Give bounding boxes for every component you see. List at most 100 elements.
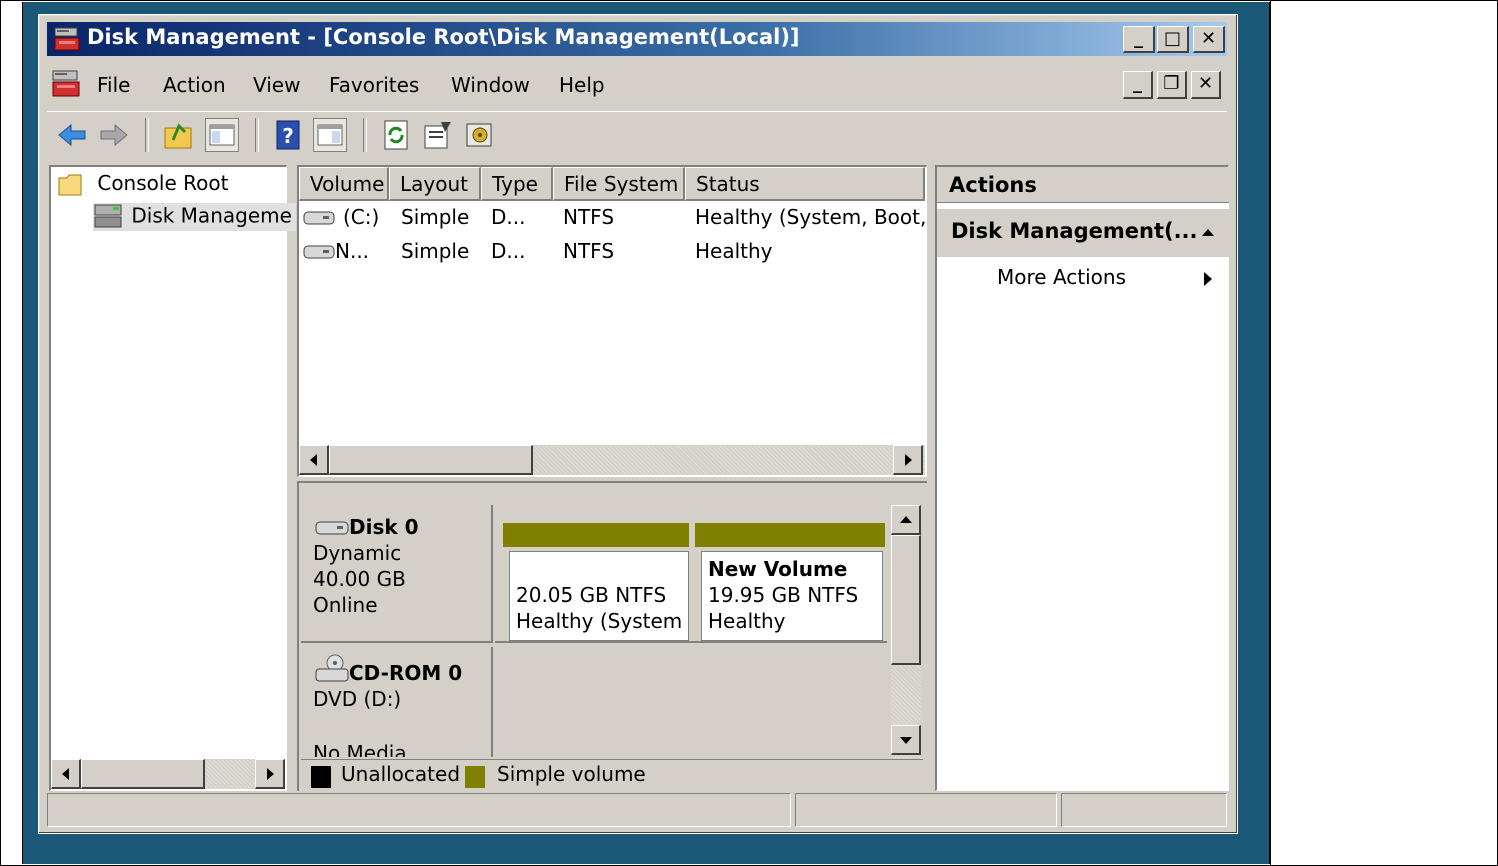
menu-favorites[interactable]: Favorites	[329, 73, 419, 97]
tree-label-console-root: Console Root	[97, 171, 229, 195]
scroll-right-button[interactable]	[255, 759, 285, 789]
cell-type: D...	[491, 239, 526, 263]
disk-management-app-icon	[53, 26, 81, 52]
legend: Unallocated Simple volume	[301, 759, 923, 790]
forward-icon[interactable]	[97, 118, 131, 152]
maximize-button[interactable]: □	[1157, 26, 1189, 53]
arrow-left-icon	[310, 454, 317, 466]
disk-wizard-icon[interactable]	[463, 118, 497, 152]
up-folder-icon[interactable]	[161, 118, 195, 152]
refresh-icon[interactable]	[379, 118, 413, 152]
partition-status: Healthy	[708, 609, 786, 633]
tree-label-disk-management: Disk Manageme	[131, 203, 292, 228]
disk-0-type: Dynamic	[313, 541, 402, 565]
partition-size: 19.95 GB NTFS	[708, 583, 859, 607]
volume-icon	[303, 211, 335, 225]
tree-node-disk-management[interactable]: Disk Manageme	[93, 203, 296, 231]
column-header-type[interactable]: Type	[481, 167, 553, 201]
partition-name	[516, 556, 682, 582]
toolbar-separator	[255, 118, 259, 152]
menu-window[interactable]: Window	[451, 73, 530, 97]
toolbar-separator	[145, 118, 149, 152]
menu-bar: File Action View Favorites Window Help _…	[47, 63, 1227, 107]
close-button[interactable]: ✕	[1193, 26, 1225, 53]
toolbar: ?	[47, 111, 1227, 158]
column-header-volume[interactable]: Volume	[299, 167, 389, 201]
menu-help[interactable]: Help	[559, 73, 605, 97]
show-hide-tree-icon[interactable]	[205, 118, 239, 152]
action-more-actions[interactable]: More Actions	[937, 263, 1229, 299]
back-icon[interactable]	[55, 118, 89, 152]
scroll-down-button[interactable]	[891, 725, 921, 755]
disk-icon	[315, 521, 349, 535]
child-close-button[interactable]: ✕	[1191, 71, 1221, 99]
cdrom-0-media: No Media	[313, 741, 407, 757]
cell-type: D...	[491, 205, 526, 229]
help-icon[interactable]: ?	[271, 118, 305, 152]
child-minimize-button[interactable]: _	[1123, 71, 1153, 99]
actions-section-label: Disk Management(...	[951, 219, 1198, 243]
console-tree: Console Root Disk Manageme	[49, 165, 296, 791]
minimize-button[interactable]: _	[1123, 26, 1155, 53]
cell-file-system: NTFS	[563, 239, 615, 263]
scroll-left-button[interactable]	[51, 759, 81, 789]
disk-management-icon	[94, 204, 122, 228]
status-segment	[795, 793, 1057, 827]
partition-c[interactable]: 20.05 GB NTFS Healthy (System,	[509, 551, 689, 641]
arrow-right-icon	[905, 454, 912, 466]
arrow-down-icon	[900, 737, 912, 744]
cdrom-0-info[interactable]: CD-ROM 0 DVD (D:) No Media	[301, 647, 493, 757]
divider	[1270, 0, 1271, 866]
tree-node-console-root[interactable]: Console Root	[57, 171, 228, 198]
title-bar[interactable]: Disk Management - [Console Root\Disk Man…	[47, 22, 1227, 56]
collapse-up-icon	[1202, 229, 1214, 236]
scroll-thumb[interactable]	[81, 759, 205, 789]
console-menu-icon[interactable]	[51, 69, 81, 99]
disk-0-size: 40.00 GB	[313, 567, 406, 591]
volume-icon	[303, 245, 335, 259]
legend-swatch-simple	[465, 766, 485, 788]
cell-volume: N...	[335, 239, 370, 263]
status-segment	[47, 793, 791, 827]
column-header-layout[interactable]: Layout	[389, 167, 481, 201]
cell-status: Healthy	[695, 239, 773, 263]
disk-graphical-view: Disk 0 Dynamic 40.00 GB Online 20.05 GB …	[297, 481, 927, 791]
disk-0-name: Disk 0	[349, 515, 419, 539]
menu-action[interactable]: Action	[163, 73, 226, 97]
arrow-right-icon	[267, 768, 274, 780]
scroll-up-button[interactable]	[891, 505, 921, 535]
partition-header-bar	[695, 523, 885, 547]
cell-volume: (C:)	[343, 205, 380, 229]
actions-pane: Actions Disk Management(... More Actions	[935, 165, 1229, 791]
disk-0-state: Online	[313, 593, 378, 617]
svg-text:?: ?	[282, 124, 294, 148]
arrow-up-icon	[900, 516, 912, 523]
partition-header-bar	[503, 523, 689, 547]
submenu-arrow-icon	[1204, 272, 1212, 286]
mmc-window: Disk Management - [Console Root\Disk Man…	[38, 14, 1238, 834]
actions-header: Actions	[937, 167, 1229, 203]
partition-status: Healthy (System,	[516, 609, 682, 633]
status-segment	[1061, 793, 1227, 827]
partition-size: 20.05 GB NTFS	[516, 583, 667, 607]
status-bar	[47, 793, 1229, 827]
menu-view[interactable]: View	[253, 73, 300, 97]
scroll-thumb[interactable]	[329, 445, 533, 475]
menu-file[interactable]: File	[97, 73, 130, 97]
column-header-status[interactable]: Status	[685, 167, 925, 201]
toolbar-separator	[363, 118, 367, 152]
scroll-left-button[interactable]	[299, 445, 329, 475]
cell-file-system: NTFS	[563, 205, 615, 229]
child-restore-button[interactable]: ❐	[1157, 71, 1187, 99]
partition-new-volume[interactable]: New Volume 19.95 GB NTFS Healthy	[701, 551, 883, 641]
disk-0-info[interactable]: Disk 0 Dynamic 40.00 GB Online	[301, 505, 493, 643]
scroll-right-button[interactable]	[893, 445, 923, 475]
actions-section-disk-management[interactable]: Disk Management(...	[937, 209, 1229, 257]
window-title: Disk Management - [Console Root\Disk Man…	[87, 25, 800, 49]
scroll-thumb[interactable]	[891, 535, 921, 665]
arrow-left-icon	[62, 768, 69, 780]
properties-icon[interactable]	[421, 118, 455, 152]
column-header-file-system[interactable]: File System	[553, 167, 685, 201]
show-hide-action-pane-icon[interactable]	[313, 118, 347, 152]
cell-status: Healthy (System, Boot,	[695, 205, 927, 229]
